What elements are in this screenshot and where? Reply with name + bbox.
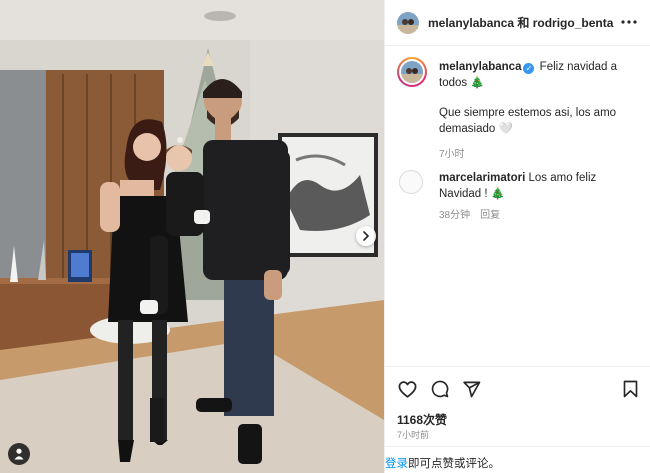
comment-time[interactable]: 38分钟 <box>439 210 470 221</box>
bookmark-icon <box>623 380 637 398</box>
like-count[interactable]: 1168次赞 <box>397 411 447 428</box>
save-button[interactable] <box>618 377 642 401</box>
comment-button[interactable] <box>428 377 452 401</box>
post-timestamp: 7小时前 <box>397 430 430 440</box>
reply-button[interactable]: 回复 <box>480 210 500 221</box>
login-prompt-text: 即可点赞或评论。 <box>408 458 500 470</box>
heart-icon <box>398 380 416 398</box>
header-usernames[interactable]: melanylabanca 和 rodrigo_benta <box>428 14 614 31</box>
commenter-avatar[interactable] <box>399 170 423 194</box>
avatar-image <box>401 61 423 83</box>
post-header: melanylabanca 和 rodrigo_benta <box>385 0 650 46</box>
chevron-right-icon <box>363 231 370 241</box>
verified-badge-icon: ✓ <box>523 63 535 74</box>
caption-avatar-story-ring[interactable] <box>397 57 427 87</box>
comment-icon <box>431 380 449 398</box>
share-button[interactable] <box>460 377 484 401</box>
caption-username[interactable]: melanylabanca <box>439 61 521 73</box>
post-photo <box>0 0 384 473</box>
action-bar <box>385 366 650 410</box>
family-christmas-photo <box>0 0 384 473</box>
comment-username[interactable]: marcelarimatori <box>439 172 525 184</box>
login-link[interactable]: 登录 <box>385 458 408 470</box>
send-icon <box>463 381 481 397</box>
caption-text-line2: Que siempre estemos asi, los amo demasia… <box>439 107 617 135</box>
more-options-button[interactable] <box>621 14 637 30</box>
post-side-panel: melanylabanca 和 rodrigo_benta melanylaba… <box>384 0 650 473</box>
next-photo-button[interactable] <box>356 226 376 246</box>
tagged-users-button[interactable] <box>8 443 30 465</box>
caption-time[interactable]: 7小时 <box>439 147 639 163</box>
more-horizontal-icon <box>621 20 637 24</box>
header-avatar[interactable] <box>397 11 419 34</box>
like-button[interactable] <box>395 377 419 401</box>
avatar-image <box>397 11 419 34</box>
user-icon <box>14 448 24 460</box>
login-prompt: 登录即可点赞或评论。 <box>385 446 650 473</box>
